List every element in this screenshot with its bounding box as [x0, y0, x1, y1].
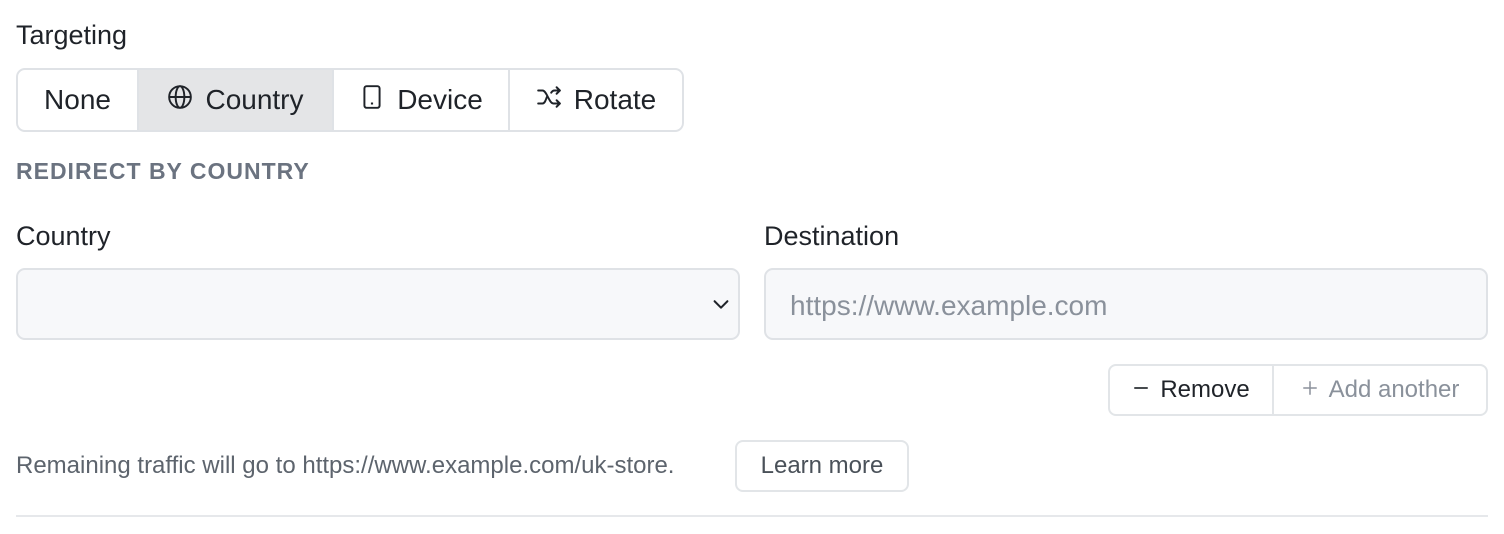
learn-more-button[interactable]: Learn more [735, 440, 909, 492]
chevron-down-icon [710, 293, 732, 320]
targeting-segmented-control: None Country Device Rotate [16, 68, 684, 132]
country-select[interactable] [16, 268, 740, 340]
targeting-option-label: Country [205, 84, 304, 115]
destination-label: Destination [764, 221, 900, 251]
country-label: Country [16, 221, 111, 251]
row-actions: Remove Add another [1108, 364, 1488, 416]
plus-icon [1301, 376, 1319, 404]
targeting-option-device[interactable]: Device [334, 70, 510, 130]
add-another-button[interactable]: Add another [1274, 366, 1486, 414]
remove-button[interactable]: Remove [1110, 366, 1274, 414]
targeting-option-rotate[interactable]: Rotate [510, 70, 682, 130]
targeting-option-label: Rotate [573, 84, 657, 115]
minus-icon [1132, 376, 1150, 404]
remaining-traffic-note: Remaining traffic will go to https://www… [16, 452, 675, 479]
targeting-option-label: Device [397, 84, 483, 115]
divider [16, 515, 1488, 517]
section-title: REDIRECT BY COUNTRY [16, 158, 310, 184]
targeting-option-country[interactable]: Country [139, 70, 334, 130]
globe-icon [167, 84, 193, 117]
shuffle-icon [536, 84, 562, 117]
remove-button-label: Remove [1160, 376, 1250, 403]
targeting-option-label: None [44, 84, 111, 115]
phone-icon [359, 84, 385, 117]
add-another-button-label: Add another [1328, 376, 1460, 403]
destination-placeholder: https://www.example.com [790, 290, 1108, 321]
destination-input[interactable]: https://www.example.com [764, 268, 1488, 340]
targeting-label: Targeting [16, 20, 128, 50]
targeting-option-none[interactable]: None [18, 70, 139, 130]
